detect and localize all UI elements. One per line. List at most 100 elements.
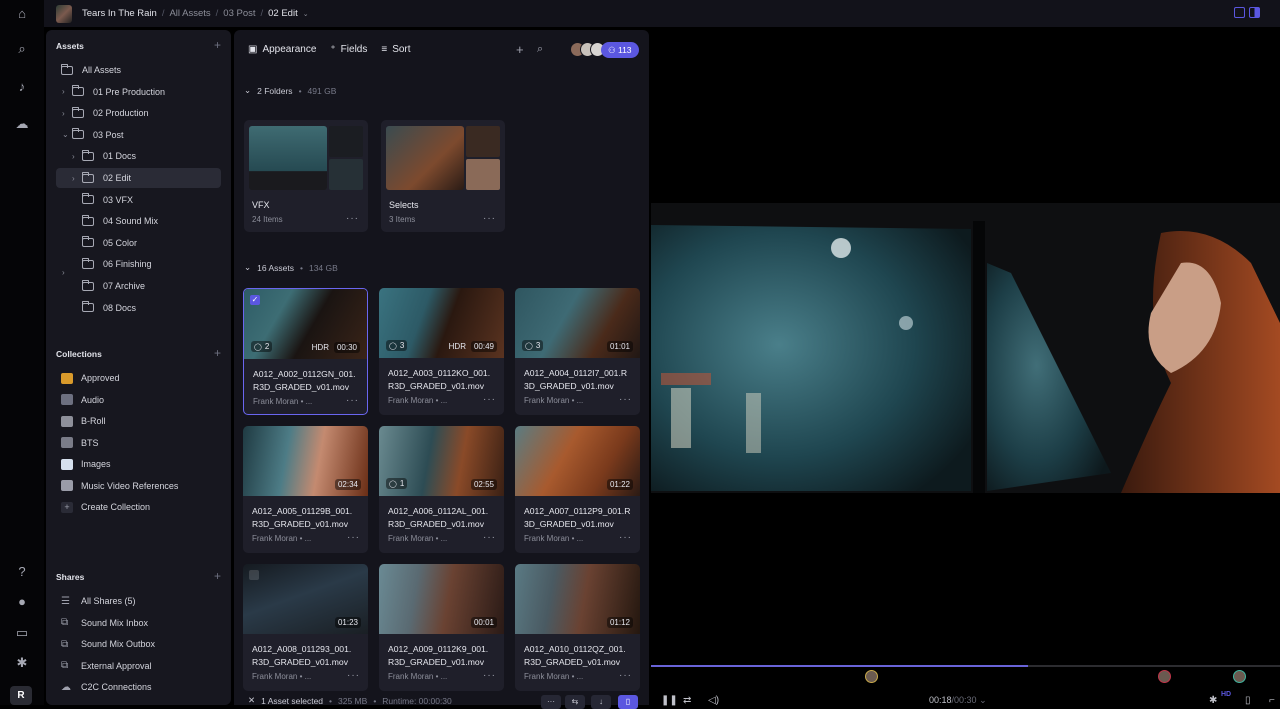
tree-item[interactable]: 06 Finishing [56,254,221,274]
asset-card[interactable]: ◯ 1 02:55 A012_A006_0112AL_001. R3D_GRADED_v… [379,426,504,553]
tree-item[interactable]: › 01 Pre Production [56,82,221,102]
more-options-icon[interactable]: ··· [619,394,632,405]
tree-item[interactable]: 05 Color [56,233,221,253]
comment-marker-avatar[interactable] [1233,670,1247,683]
more-options-icon[interactable]: ··· [347,670,360,681]
bell-icon[interactable]: ♪ [13,77,31,95]
more-options-icon[interactable]: ··· [619,532,632,543]
asset-card[interactable]: 00:01 A012_A009_0112K9_001. R3D_GRADED_v01… [379,564,504,691]
asset-card[interactable]: 01:22 A012_A007_0112P9_001.R 3D_GRADED_v01… [515,426,640,553]
timecode[interactable]: 00:18/00:30 ⌄ [929,695,987,706]
folder-card[interactable]: Selects 3 Items ··· [381,120,505,232]
collection-item[interactable]: B-Roll [56,411,221,431]
appearance-button[interactable]: ▣ Appearance [248,44,316,55]
chevron-right-icon[interactable]: › [72,174,75,183]
add-collection-icon[interactable]: + [214,347,221,359]
share-item[interactable]: ⧉ Sound Mix Outbox [56,634,221,654]
more-options-icon[interactable]: ··· [483,532,496,543]
add-icon[interactable]: + [516,42,524,57]
settings-icon[interactable]: ✱ [1209,695,1217,706]
folder-card[interactable]: VFX 24 Items ··· [244,120,368,232]
assets-group-header[interactable]: ⌄ 16 Assets • 134 GB [244,262,338,273]
add-share-icon[interactable]: + [214,570,221,582]
tree-item[interactable]: ⌄ 03 Post [56,125,221,145]
toggle-left-panel-icon[interactable] [1234,7,1245,18]
comment-count[interactable]: ◯ 2 [251,341,273,352]
share-item[interactable]: ⧉ Sound Mix Inbox [56,613,221,633]
timeline-scrubber[interactable] [651,665,1280,667]
fields-button[interactable]: ⁺ Fields [330,44,367,55]
collection-item[interactable]: Images [56,454,221,474]
move-button[interactable]: ⇆ [565,695,585,709]
cloud-upload-icon[interactable]: ☁ [13,115,31,133]
share-item[interactable]: ☰ All Shares (5) [56,591,221,611]
logo-icon[interactable]: R [10,686,32,705]
download-button[interactable]: ↓ [591,695,611,709]
toggle-right-panel-icon[interactable] [1249,7,1260,18]
checkbox-checked[interactable]: ✓ [250,295,260,305]
pause-icon[interactable]: ❚❚ [661,695,678,706]
breadcrumb-all-assets[interactable]: All Assets [169,8,210,19]
breadcrumb-02-edit[interactable]: 02 Edit [268,8,298,19]
create-collection-button[interactable]: + Create Collection [56,497,221,517]
tree-item[interactable]: › 01 Docs [56,146,221,166]
more-actions-button[interactable]: ··· [541,695,561,709]
asset-card[interactable]: 02:34 A012_A005_01129B_001. R3D_GRADED_v01… [243,426,368,553]
asset-card[interactable]: 01:12 A012_A010_0112QZ_001. R3D_GRADED_v01… [515,564,640,691]
chevron-right-icon[interactable]: › [62,268,65,277]
chevron-down-icon[interactable]: ⌄ [62,130,69,139]
project-name[interactable]: Tears In The Rain [82,8,157,19]
more-options-icon[interactable]: ··· [483,670,496,681]
comment-count[interactable]: ◯ 1 [386,478,408,489]
share-item[interactable]: ☁ C2C Connections [56,677,221,697]
more-options-icon[interactable]: ··· [346,213,359,224]
collection-item[interactable]: Audio [56,390,221,410]
tree-item[interactable]: 04 Sound Mix [56,211,221,231]
volume-icon[interactable]: ◁) [708,695,719,706]
pip-icon[interactable]: ▯ [1245,695,1251,706]
member-avatars[interactable]: ⚇ 113 [570,42,639,58]
asset-card[interactable]: ◯ 3 HDR 00:49 A012_A003_0112KO_001. R3D_GRADE… [379,288,504,415]
tree-item[interactable]: 07 Archive [56,276,221,296]
tree-item[interactable]: › 02 Edit [56,168,221,188]
asset-card[interactable]: ✓ ◯ 2 HDR 00:30 A012_A002_0112GN_001. R3D_GRAD… [243,288,368,415]
collection-item[interactable]: BTS [56,433,221,453]
chevron-right-icon[interactable]: › [62,109,65,118]
comment-count[interactable]: ◯ 3 [386,340,408,351]
gear-icon[interactable]: ✱ [13,654,31,672]
clear-selection-icon[interactable]: ✕ [248,695,255,706]
lightbulb-icon[interactable]: ● [13,592,31,610]
more-options-icon[interactable]: ··· [347,532,360,543]
fullscreen-icon[interactable]: ⌐ [1269,695,1275,706]
chevron-right-icon[interactable]: › [62,87,65,96]
checkbox[interactable] [249,570,259,580]
more-options-icon[interactable]: ··· [483,394,496,405]
search-icon[interactable]: ⌕ [13,40,31,58]
folders-group-header[interactable]: ⌄ 2 Folders • 491 GB [244,85,336,96]
collection-item[interactable]: Music Video References [56,476,221,496]
more-options-icon[interactable]: ··· [619,670,632,681]
delete-button[interactable]: ▯ [618,695,638,709]
breadcrumb-03-post[interactable]: 03 Post [223,8,255,19]
help-icon[interactable]: ? [13,562,31,580]
comment-count[interactable]: ◯ 3 [522,340,544,351]
home-icon[interactable]: ⌂ [13,4,31,22]
asset-card[interactable]: ◯ 3 01:01 A012_A004_0112I7_001.R 3D_GRADED_v… [515,288,640,415]
sort-button[interactable]: ≡ Sort [381,44,410,55]
search-icon[interactable]: ⌕ [537,43,543,56]
add-asset-icon[interactable]: + [214,39,221,51]
collection-item[interactable]: Approved [56,368,221,388]
comment-marker-avatar[interactable] [865,670,879,683]
chevron-down-icon[interactable]: ⌄ [303,10,309,18]
asset-card[interactable]: 01:23 A012_A008_011293_001. R3D_GRADED_v01… [243,564,368,691]
comment-marker-avatar[interactable] [1157,670,1171,683]
tree-item[interactable]: › 02 Production [56,103,221,123]
more-options-icon[interactable]: ··· [346,395,359,406]
more-options-icon[interactable]: ··· [483,213,496,224]
tree-item[interactable]: 03 VFX [56,190,221,210]
video-frame[interactable] [651,203,1280,493]
chevron-right-icon[interactable]: › [72,152,75,161]
members-count-badge[interactable]: ⚇ 113 [601,42,639,58]
tree-item[interactable]: 08 Docs [56,298,221,318]
keyboard-icon[interactable]: ▭ [13,624,31,642]
